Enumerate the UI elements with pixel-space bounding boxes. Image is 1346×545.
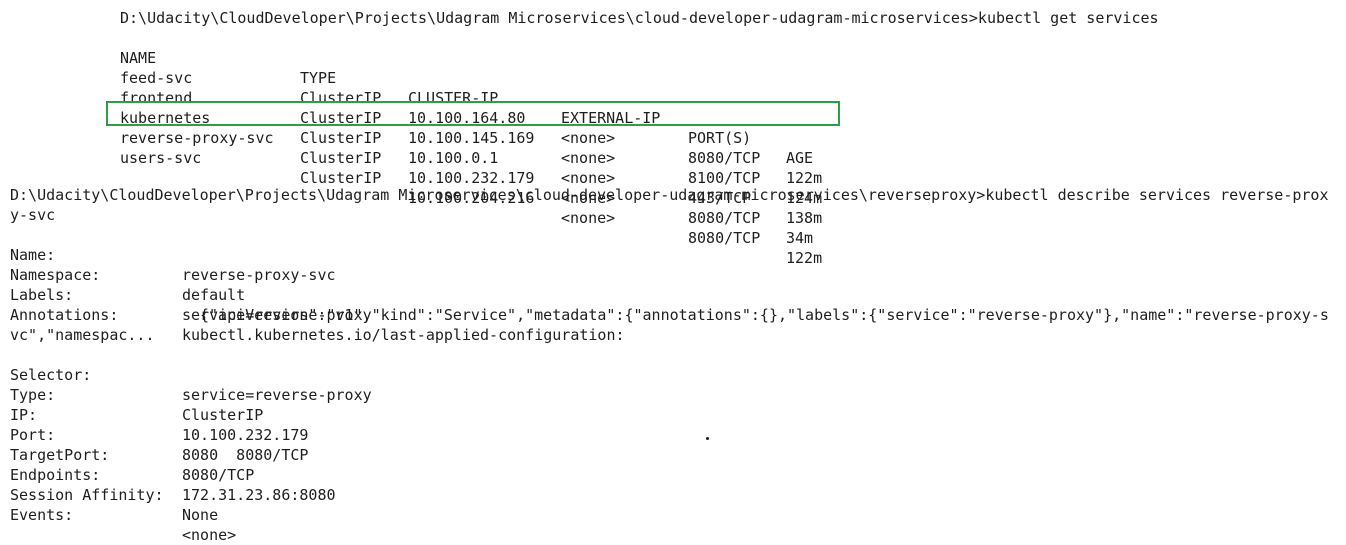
- describe-name-row: Name: reverse-proxy-svc: [0, 225, 1346, 284]
- describe-labels-row: Labels: service=reverse-proxy: [0, 265, 1346, 324]
- table-row: frontend ClusterIP 10.100.145.169 <none>…: [0, 68, 1346, 207]
- describe-annotations-row: Annotations: kubectl.kubernetes.io/last-…: [0, 285, 1346, 344]
- describe-selector-row: Selector: service=reverse-proxy: [0, 345, 1346, 404]
- describe-port-row: Port: 8080 8080/TCP: [0, 405, 1346, 464]
- describe-key: Events:: [10, 506, 74, 524]
- describe-key: Annotations:: [10, 306, 119, 324]
- describe-namespace-row: Namespace: default: [0, 245, 1346, 304]
- cell-external-ip: <none>: [561, 149, 616, 167]
- describe-targetport-row: TargetPort: 8080/TCP: [0, 425, 1346, 484]
- describe-command-line2: y-svc: [10, 206, 56, 224]
- services-table-header: NAME TYPE CLUSTER-IP EXTERNAL-IP PORT(S)…: [0, 28, 1346, 167]
- describe-ip-row: IP: 10.100.232.179: [0, 385, 1346, 444]
- get-services-command: D:\Udacity\CloudDeveloper\Projects\Udagr…: [120, 9, 1159, 27]
- describe-events-row: Events: <none>: [0, 485, 1346, 544]
- describe-type-row: Type: ClusterIP: [0, 365, 1346, 424]
- highlight-box: [106, 101, 840, 126]
- cell-ports: 8080/TCP: [688, 149, 761, 167]
- table-row: users-svc ClusterIP 10.100.204.216 <none…: [0, 128, 1346, 267]
- describe-command-line1: D:\Udacity\CloudDeveloper\Projects\Udagr…: [10, 186, 1329, 204]
- describe-affinity-row: Session Affinity: None: [0, 465, 1346, 524]
- header-age: AGE: [786, 149, 814, 167]
- cell-name: users-svc: [120, 149, 202, 167]
- annotations-json-line1: {"apiVersion":"v1","kind":"Service","met…: [200, 306, 1329, 324]
- table-row: feed-svc ClusterIP 10.100.164.80 <none> …: [0, 48, 1346, 187]
- cell-type: ClusterIP: [300, 149, 382, 167]
- describe-value: kubectl.kubernetes.io/last-applied-confi…: [182, 326, 625, 344]
- cursor-dot: [706, 437, 709, 440]
- describe-value: <none>: [182, 526, 237, 544]
- describe-endpoints-row: Endpoints: 172.31.23.86:8080: [0, 445, 1346, 504]
- annotations-json-line2: vc","namespac...: [10, 326, 155, 344]
- describe-value: None: [182, 506, 219, 524]
- cell-cluster-ip: 10.100.0.1: [408, 149, 499, 167]
